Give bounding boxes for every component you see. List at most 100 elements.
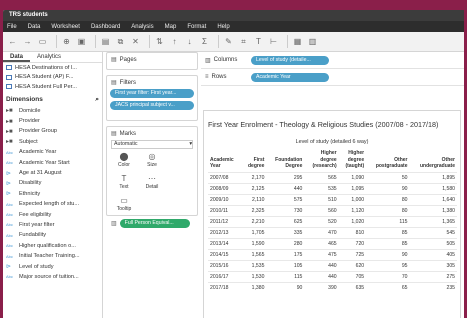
menu-item-analysis[interactable]: Analysis — [131, 24, 153, 30]
menu-item-help[interactable]: Help — [217, 24, 229, 30]
field-item[interactable]: Abc First year filter — [3, 220, 102, 230]
tab-data[interactable]: Data — [3, 52, 31, 62]
marks-detail-button[interactable]: ⋯ Detail — [139, 173, 165, 193]
field-label: Ethnicity — [19, 190, 41, 197]
view-title: First Year Enrolment - Theology & Religi… — [208, 120, 439, 129]
table-cell: 465 — [304, 237, 339, 249]
mark-type-select[interactable]: Automatic ▾ — [111, 140, 193, 149]
field-item[interactable]: Abc Fundability — [3, 230, 102, 240]
marks-tooltip-button[interactable]: ▭ Tooltip — [111, 195, 137, 215]
database-icon — [6, 65, 12, 71]
table-cell: 470 — [304, 226, 339, 238]
pause-updates-icon[interactable]: ▣ — [76, 36, 87, 47]
field-item[interactable]: Abc Academic Year — [3, 147, 102, 157]
group-icon[interactable]: ⌗ — [238, 36, 249, 47]
database-icon — [6, 74, 12, 80]
field-item[interactable]: ▸■ Domicile — [3, 106, 102, 116]
marks-size-button[interactable]: ◎ Size — [139, 151, 165, 171]
filter-pill-first-year[interactable]: First year filter: First year... — [110, 89, 194, 98]
field-item[interactable]: Abc Higher qualification o... — [3, 241, 102, 251]
row-header-cell: 2007/08 — [208, 171, 242, 183]
table-cell: 1,095 — [338, 182, 367, 194]
menu-item-dashboard[interactable]: Dashboard — [91, 24, 120, 30]
field-item[interactable]: ▸■ Provider — [3, 116, 102, 126]
menu-item-worksheet[interactable]: Worksheet — [51, 24, 80, 30]
field-item[interactable]: ▸■ Subject — [3, 137, 102, 147]
pages-icon: ▤ — [111, 57, 117, 63]
field-item[interactable]: Abc Initial Teacher Training... — [3, 251, 102, 261]
datasource-item[interactable]: HESA Student Full Per... — [3, 82, 102, 92]
table-cell: 475 — [304, 248, 339, 260]
label-icon[interactable]: T — [253, 36, 264, 47]
clear-sheet-icon[interactable]: ✕ — [130, 36, 141, 47]
column-header: Academic Year — [208, 149, 242, 172]
menu-item-file[interactable]: File — [7, 24, 17, 30]
datasource-item[interactable]: HESA Destinations of l... — [3, 63, 102, 73]
pin-icon[interactable]: ⊢ — [268, 36, 279, 47]
table-cell: 335 — [266, 226, 305, 238]
field-item[interactable]: ⊳ Ethnicity — [3, 189, 102, 199]
marks-color-button[interactable]: ⬤ Color — [111, 151, 137, 171]
columns-pill[interactable]: Level of study (detaile... — [251, 55, 329, 65]
menu-item-format[interactable]: Format — [187, 24, 206, 30]
fit-icon[interactable]: ▦ — [292, 36, 303, 47]
field-label: Subject — [19, 138, 38, 145]
field-item[interactable]: ⊳ Disability — [3, 178, 102, 188]
filter-pill-jacs[interactable]: JACS principal subject v... — [110, 101, 194, 110]
folder-icon: ▸■ — [6, 108, 13, 115]
field-item[interactable]: Abc Expected length of stu... — [3, 199, 102, 209]
table-cell: 1,590 — [241, 237, 267, 249]
save-icon[interactable]: ▭ — [37, 36, 48, 47]
marks-icon: ▤ — [111, 131, 117, 137]
rows-shelf[interactable]: ≡ Rows Academic Year — [201, 69, 464, 86]
field-item[interactable]: Abc Fee eligibility — [3, 209, 102, 219]
field-item[interactable]: Abc Major source of tuition... — [3, 272, 102, 282]
table-row: 2011/12 2,210 625 520 1,020 115 1,365 — [208, 215, 457, 227]
table-cell: 405 — [409, 248, 457, 260]
rows-pill[interactable]: Academic Year — [251, 72, 329, 82]
field-label: Provider Group — [19, 128, 57, 135]
string-type-icon: Abc — [6, 212, 13, 218]
hierarchy-icon: ⊳ — [6, 170, 12, 177]
table-cell: 1,535 — [241, 259, 267, 271]
forward-icon[interactable]: → — [22, 36, 33, 47]
tooltip-icon: ▭ — [120, 196, 128, 205]
table-row: 2013/14 1,590 280 465 720 85 505 — [208, 237, 457, 249]
marks-buttons: ⬤ Color ◎ Size T Text ⋯ Detail ▭ Tooltip — [107, 149, 197, 219]
columns-shelf[interactable]: ▥ Columns Level of study (detaile... — [201, 52, 464, 69]
toolbar-divider — [287, 35, 288, 48]
swap-icon[interactable]: ⇅ — [154, 36, 165, 47]
sort-desc-icon[interactable]: ↓ — [184, 36, 195, 47]
back-icon[interactable]: ← — [7, 36, 18, 47]
totals-icon[interactable]: Σ — [199, 36, 210, 47]
row-header-cell: 2016/17 — [208, 270, 242, 282]
tab-analytics[interactable]: Analytics — [30, 52, 68, 62]
column-header-line: (research) — [312, 163, 337, 169]
duplicate-sheet-icon[interactable]: ⧉ — [115, 36, 126, 47]
field-label: Domicile — [19, 107, 41, 114]
menu-item-data[interactable]: Data — [28, 24, 41, 30]
menu-item-map[interactable]: Map — [165, 24, 177, 30]
sort-asc-icon[interactable]: ↑ — [169, 36, 180, 47]
field-item[interactable]: ▸■ Provider Group — [3, 126, 102, 136]
new-datasource-icon[interactable]: ⊕ — [61, 36, 72, 47]
marks-text-button[interactable]: T Text — [111, 173, 137, 193]
table-cell: 90 — [266, 281, 305, 293]
data-pane-tabs: Data Analytics — [3, 52, 102, 63]
datasource-item[interactable]: HESA Student (AP) F... — [3, 73, 102, 83]
field-item[interactable]: ⊳ Age at 31 August — [3, 168, 102, 178]
table-cell: 705 — [338, 270, 367, 282]
column-header-line: (taught) — [345, 163, 365, 169]
table-cell: 1,020 — [338, 215, 367, 227]
marks-measure-pill[interactable]: Full Person Equival... — [119, 219, 190, 228]
highlight-icon[interactable]: ✎ — [223, 36, 234, 47]
table-cell: 175 — [266, 248, 305, 260]
field-item[interactable]: ⊳ Level of study — [3, 261, 102, 271]
search-icon[interactable]: ⌕ — [95, 96, 99, 104]
field-item[interactable]: Abc Academic Year Start — [3, 157, 102, 167]
table-cell: 115 — [366, 215, 410, 227]
new-worksheet-icon[interactable]: ▤ — [100, 36, 111, 47]
table-cell: 80 — [366, 204, 410, 216]
columns-shelf-label: ▥ Columns — [201, 57, 251, 64]
presentation-icon[interactable]: ▥ — [307, 36, 318, 47]
